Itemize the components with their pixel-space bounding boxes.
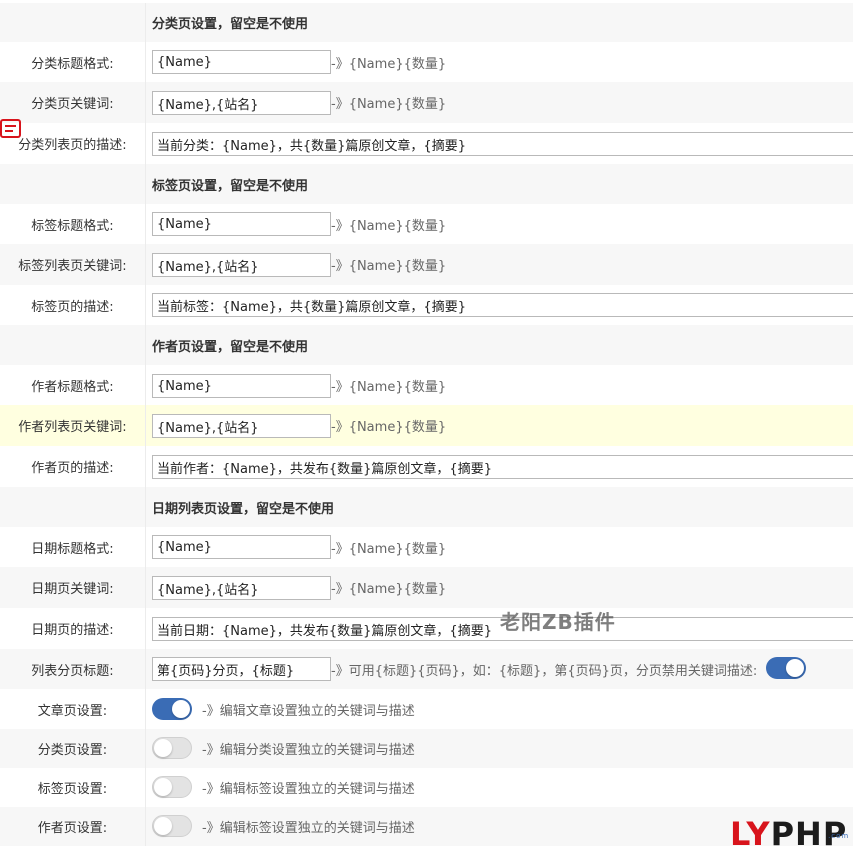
form-row-author-setting: 作者页设置: -》编辑标签设置独立的关键词与描述 [0,807,853,846]
form-row-author-desc: 作者页的描述: 当前作者：{Name}，共发布{数量}篇原创文章，{摘要} [0,446,853,487]
toggle-knob [154,778,172,796]
tag-keywords-input[interactable]: {Name},{站名} [152,253,331,277]
tag-desc-input[interactable]: 当前标签：{Name}，共{数量}篇原创文章，{摘要} [152,293,853,317]
section-header-tag: 标签页设置，留空是不使用 [0,164,853,204]
section-header-category: 分类页设置，留空是不使用 [0,3,853,42]
field-label: 分类标题格式: [31,56,114,72]
form-row-cat-desc: 分类列表页的描述: 当前分类：{Name}，共{数量}篇原创文章，{摘要} [0,123,853,164]
field-hint: -》{Name}{数量} [331,259,447,274]
cat-keywords-input[interactable]: {Name},{站名} [152,91,331,115]
form-row-cat-title: 分类标题格式: {Name} -》{Name}{数量} [0,42,853,82]
section-header-date: 日期列表页设置，留空是不使用 [0,487,853,527]
field-hint: -》{Name}{数量} [331,541,447,557]
form-row-date-desc: 日期页的描述: 当前日期：{Name}，共发布{数量}篇原创文章，{摘要} [0,608,853,649]
field-label: 日期页的描述: [31,623,114,638]
field-label: 标签标题格式: [31,218,114,234]
section-title: 标签页设置，留空是不使用 [152,178,309,194]
section-title: 分类页设置，留空是不使用 [152,17,309,32]
form-row-cat-keywords: 分类页关键词: {Name},{站名} -》{Name}{数量} [0,82,853,123]
date-keywords-input[interactable]: {Name},{站名} [152,576,331,600]
section-header-author: 作者页设置，留空是不使用 [0,325,853,365]
field-hint: -》{Name}{数量} [331,379,447,395]
date-title-input[interactable]: {Name} [152,535,331,559]
toggle-knob [172,700,190,718]
form-row-date-title: 日期标题格式: {Name} -》{Name}{数量} [0,527,853,567]
field-hint: -》{Name}{数量} [331,56,447,72]
tag-setting-toggle[interactable] [152,776,192,798]
field-label: 文章页设置: [37,703,108,719]
field-label: 分类页设置: [37,743,108,758]
form-row-category-setting: 分类页设置: -》编辑分类设置独立的关键词与描述 [0,729,853,768]
disable-keywords-toggle[interactable] [766,657,806,679]
field-hint: -》{Name}{数量} [331,97,447,112]
author-title-input[interactable]: {Name} [152,374,331,398]
author-setting-toggle[interactable] [152,815,192,837]
category-setting-toggle[interactable] [152,737,192,759]
section-title: 作者页设置，留空是不使用 [152,339,309,355]
toggle-knob [154,739,172,757]
field-label: 作者列表页关键词: [18,420,127,435]
form-row-article-setting: 文章页设置: -》编辑文章设置独立的关键词与描述 [0,689,853,729]
field-label: 作者页设置: [37,821,108,836]
field-label: 作者标题格式: [31,379,114,395]
form-row-author-title: 作者标题格式: {Name} -》{Name}{数量} [0,365,853,405]
tag-title-input[interactable]: {Name} [152,212,331,236]
field-label: 日期标题格式: [31,541,114,557]
cat-title-input[interactable]: {Name} [152,50,331,74]
field-hint: -》编辑标签设置独立的关键词与描述 [202,821,415,836]
field-hint: -》编辑文章设置独立的关键词与描述 [202,703,415,719]
logo-ly: LY [730,815,771,853]
field-label: 标签页的描述: [31,299,114,315]
toggle-knob [154,817,172,835]
form-row-tag-keywords: 标签列表页关键词: {Name},{站名} -》{Name}{数量} [0,244,853,285]
field-hint: -》{Name}{数量} [331,582,447,597]
field-hint: -》可用{标题}{页码}，如：{标题}，第{页码}页，分页禁用关键词描述: [331,663,758,679]
article-setting-toggle[interactable] [152,698,192,720]
field-label: 分类页关键词: [31,97,114,112]
logo-suffix: .com [828,832,850,840]
form-row-author-keywords: 作者列表页关键词: {Name},{站名} -》{Name}{数量} [0,405,853,446]
form-row-tag-title: 标签标题格式: {Name} -》{Name}{数量} [0,204,853,244]
field-label: 作者页的描述: [31,461,114,476]
field-label: 列表分页标题: [31,663,114,679]
form-row-date-keywords: 日期页关键词: {Name},{站名} -》{Name}{数量} [0,567,853,608]
field-label: 标签页设置: [37,782,108,797]
toggle-knob [786,659,804,677]
form-row-tag-setting: 标签页设置: -》编辑标签设置独立的关键词与描述 [0,768,853,807]
form-row-tag-desc: 标签页的描述: 当前标签：{Name}，共{数量}篇原创文章，{摘要} [0,285,853,325]
author-desc-input[interactable]: 当前作者：{Name}，共发布{数量}篇原创文章，{摘要} [152,455,853,479]
field-label: 日期页关键词: [31,582,114,597]
watermark: 老阳ZB插件 [500,610,616,634]
field-hint: -》{Name}{数量} [331,420,447,435]
field-hint: -》{Name}{数量} [331,218,447,234]
field-hint: -》编辑标签设置独立的关键词与描述 [202,782,415,797]
lyphp-logo: LYPHP .com [730,815,850,853]
form-row-pagination-title: 列表分页标题: 第{页码}分页，{标题} -》可用{标题}{页码}，如：{标题}… [0,649,853,689]
pagination-title-input[interactable]: 第{页码}分页，{标题} [152,657,331,681]
field-hint: -》编辑分类设置独立的关键词与描述 [202,743,415,758]
author-keywords-input[interactable]: {Name},{站名} [152,414,331,438]
section-title: 日期列表页设置，留空是不使用 [152,501,335,517]
field-label: 标签列表页关键词: [18,259,127,274]
document-icon [0,119,21,138]
cat-desc-input[interactable]: 当前分类：{Name}，共{数量}篇原创文章，{摘要} [152,132,853,156]
